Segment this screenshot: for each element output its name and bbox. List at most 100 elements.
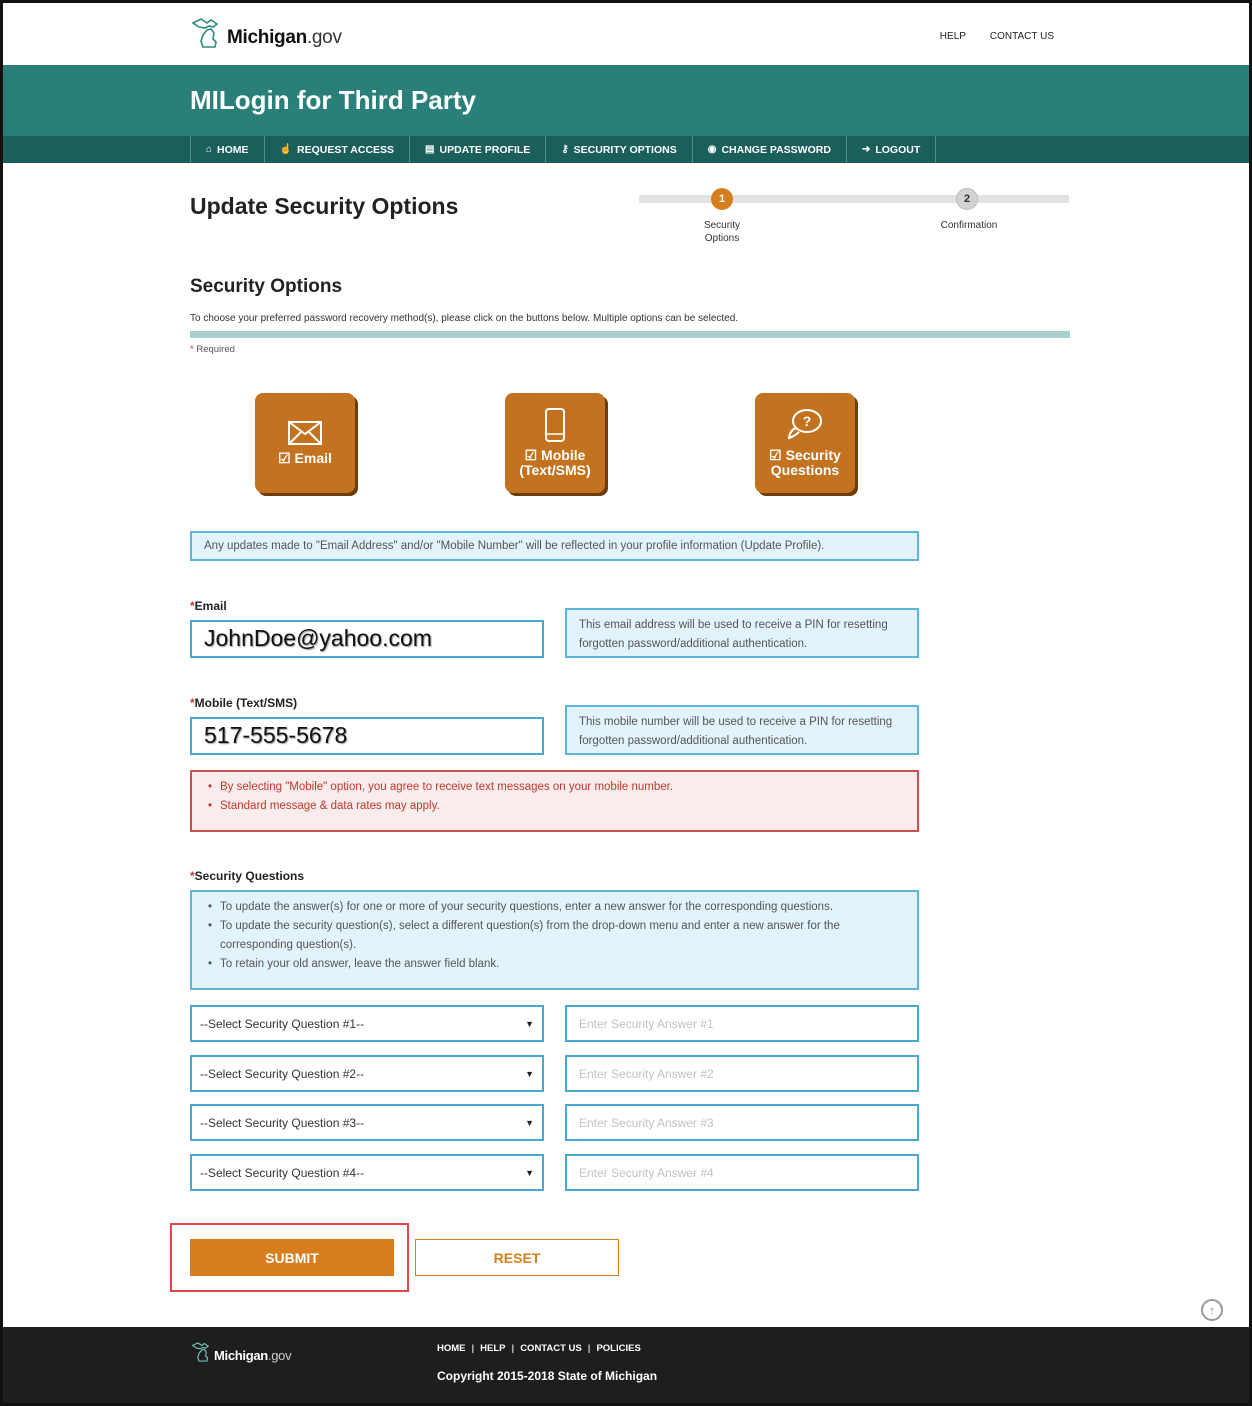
svg-text:?: ? bbox=[803, 413, 812, 429]
submit-button[interactable]: SUBMIT bbox=[190, 1239, 394, 1276]
security-answer-1-input[interactable]: Enter Security Answer #1 bbox=[565, 1005, 919, 1042]
footer-policies-link[interactable]: POLICIES bbox=[596, 1343, 640, 1354]
checkbox-checked-icon: ☑ bbox=[278, 449, 291, 466]
logo-suffix-text: .gov bbox=[306, 27, 342, 48]
email-option-label: Email bbox=[294, 449, 332, 466]
mobile-help: This mobile number will be used to recei… bbox=[565, 705, 919, 755]
security-questions-label: *Security Questions bbox=[190, 869, 305, 883]
security-answer-3-input[interactable]: Enter Security Answer #3 bbox=[565, 1104, 919, 1141]
footer-logo-main: Michigan bbox=[214, 1348, 268, 1363]
page-frame: Michigan.gov HELP CONTACT US MILogin for… bbox=[0, 0, 1252, 1406]
footer-contact-link[interactable]: CONTACT US bbox=[520, 1343, 582, 1354]
mobile-field[interactable]: 517-555-5678 bbox=[190, 717, 544, 755]
footer-logo[interactable]: Michigan.gov bbox=[190, 1341, 292, 1363]
section-intro: To choose your preferred password recove… bbox=[190, 313, 739, 324]
logo-main-text: Michigan bbox=[227, 27, 307, 48]
mobile-label-text: Mobile (Text/SMS) bbox=[194, 696, 298, 710]
stepper-track bbox=[639, 195, 1069, 203]
profile-update-note: Any updates made to "Email Address" and/… bbox=[190, 531, 919, 561]
page-title: Update Security Options bbox=[190, 193, 459, 219]
app-title: MILogin for Third Party bbox=[190, 85, 476, 115]
checkbox-checked-icon: ☑ bbox=[769, 447, 782, 463]
footer-home-link[interactable]: HOME bbox=[437, 1343, 466, 1354]
copyright: Copyright 2015-2018 State of Michigan bbox=[437, 1369, 658, 1383]
help-link[interactable]: HELP bbox=[940, 31, 966, 42]
help-item: To retain your old answer, leave the ans… bbox=[206, 955, 903, 974]
help-item: To update the security question(s), sele… bbox=[206, 917, 903, 955]
caret-down-icon: ▼ bbox=[525, 1069, 534, 1079]
question-2-value: --Select Security Question #2-- bbox=[200, 1067, 365, 1081]
nav-security-options-label: SECURITY OPTIONS bbox=[573, 143, 677, 156]
footer-help-link[interactable]: HELP bbox=[480, 1343, 505, 1354]
security-answer-4-input[interactable]: Enter Security Answer #4 bbox=[565, 1154, 919, 1191]
security-questions-option-tile[interactable]: ? ☑ Security Questions bbox=[755, 393, 855, 493]
id-card-icon: ▤ bbox=[425, 144, 435, 155]
nav-home[interactable]: ⌂ HOME bbox=[191, 136, 265, 163]
mobile-label: *Mobile (Text/SMS) bbox=[190, 696, 298, 710]
footer: Michigan.gov HOME | HELP | CONTACT US | POL… bbox=[3, 1327, 1249, 1403]
footer-links: HOME | HELP | CONTACT US | POLICIES bbox=[437, 1343, 641, 1354]
security-question-2-select[interactable]: --Select Security Question #2-- ▼ bbox=[190, 1055, 544, 1092]
checkbox-checked-icon: ☑ bbox=[524, 447, 538, 463]
lock-icon: ◉ bbox=[707, 144, 717, 155]
caret-down-icon: ▼ bbox=[525, 1118, 534, 1128]
nav-update-profile-label: UPDATE PROFILE bbox=[439, 143, 531, 156]
mobile-warning: By selecting "Mobile" option, you agree … bbox=[190, 770, 919, 832]
security-question-3-select[interactable]: --Select Security Question #3-- ▼ bbox=[190, 1104, 544, 1141]
email-label-text: Email bbox=[194, 599, 227, 613]
top-bar: Michigan.gov HELP CONTACT US bbox=[3, 3, 1249, 65]
michigan-map-icon bbox=[191, 1342, 210, 1362]
email-help: This email address will be used to recei… bbox=[565, 608, 919, 658]
warning-item: By selecting "Mobile" option, you agree … bbox=[206, 778, 903, 797]
question-3-value: --Select Security Question #3-- bbox=[200, 1116, 365, 1130]
security-question-1-select[interactable]: --Select Security Question #1-- ▼ bbox=[190, 1005, 544, 1042]
question-bubble-icon: ? bbox=[787, 409, 822, 440]
caret-down-icon: ▼ bbox=[525, 1168, 534, 1178]
nav-logout[interactable]: ➜ LOGOUT bbox=[847, 136, 937, 163]
email-option-tile[interactable]: ☑ Email bbox=[255, 393, 355, 493]
security-questions-help: To update the answer(s) for one or more … bbox=[190, 890, 919, 990]
questions-option-label-1: Security bbox=[785, 447, 841, 463]
nav-logout-label: LOGOUT bbox=[875, 143, 921, 156]
contact-us-link[interactable]: CONTACT US bbox=[990, 31, 1054, 42]
section-title: Security Options bbox=[190, 276, 343, 297]
title-band: MILogin for Third Party bbox=[3, 65, 1249, 136]
required-note: * Required bbox=[190, 344, 235, 355]
mobile-option-tile[interactable]: ☑ Mobile (Text/SMS) bbox=[505, 393, 605, 493]
sign-out-icon: ➜ bbox=[861, 144, 871, 155]
home-icon: ⌂ bbox=[206, 144, 213, 155]
top-links: HELP CONTACT US bbox=[940, 31, 1054, 42]
help-item: To update the answer(s) for one or more … bbox=[206, 898, 903, 917]
main-nav: ⌂ HOME ☝ REQUEST ACCESS ▤ UPDATE PROFILE ⚷ S… bbox=[3, 136, 1249, 163]
step-1-dot: 1 bbox=[711, 188, 733, 210]
step-2-dot: 2 bbox=[956, 188, 978, 210]
required-note-text: Required bbox=[196, 344, 235, 355]
security-answer-2-input[interactable]: Enter Security Answer #2 bbox=[565, 1055, 919, 1092]
nav-change-password-label: CHANGE PASSWORD bbox=[721, 143, 831, 156]
nav-security-options[interactable]: ⚷ SECURITY OPTIONS bbox=[546, 136, 693, 163]
nav-request-access-label: REQUEST ACCESS bbox=[297, 143, 395, 156]
question-1-value: --Select Security Question #1-- bbox=[200, 1017, 365, 1031]
security-questions-label-text: Security Questions bbox=[194, 869, 305, 883]
email-field[interactable]: JohnDoe@yahoo.com bbox=[190, 620, 544, 658]
step-2-label: Confirmation bbox=[940, 220, 998, 231]
caret-down-icon: ▼ bbox=[525, 1019, 534, 1029]
michigan-map-icon bbox=[191, 18, 219, 48]
hand-pointer-icon: ☝ bbox=[279, 144, 292, 155]
michigan-gov-logo[interactable]: Michigan.gov bbox=[189, 17, 342, 49]
reset-button[interactable]: RESET bbox=[415, 1239, 619, 1276]
footer-logo-suffix: .gov bbox=[267, 1348, 292, 1363]
security-question-4-select[interactable]: --Select Security Question #4-- ▼ bbox=[190, 1154, 544, 1191]
mobile-phone-icon bbox=[545, 408, 565, 442]
section-divider bbox=[190, 331, 1070, 338]
warning-item: Standard message & data rates may apply. bbox=[206, 797, 903, 816]
nav-request-access[interactable]: ☝ REQUEST ACCESS bbox=[265, 136, 411, 163]
questions-option-label-2: Questions bbox=[770, 462, 840, 478]
step-1-label: Security Options bbox=[703, 220, 741, 244]
nav-change-password[interactable]: ◉ CHANGE PASSWORD bbox=[693, 136, 847, 163]
envelope-icon bbox=[288, 420, 322, 445]
question-4-value: --Select Security Question #4-- bbox=[200, 1166, 365, 1180]
nav-update-profile[interactable]: ▤ UPDATE PROFILE bbox=[410, 136, 547, 163]
scroll-to-top-icon[interactable]: ↑ bbox=[1201, 1299, 1223, 1321]
progress-stepper: 1 2 Security Options Confirmation bbox=[639, 187, 1069, 247]
